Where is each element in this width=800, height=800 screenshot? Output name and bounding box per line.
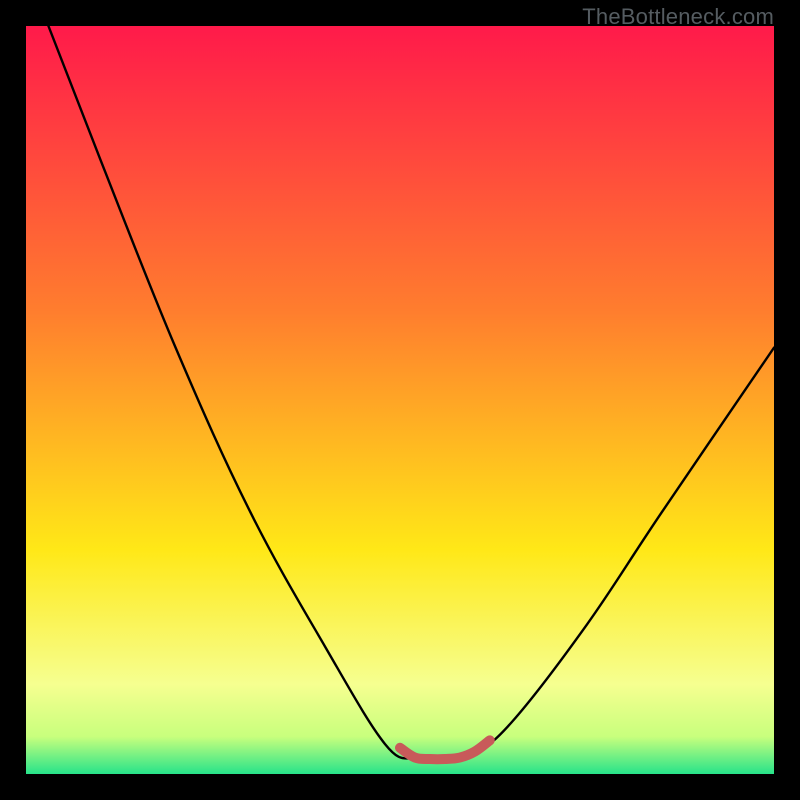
plot-area xyxy=(26,26,774,774)
curve-layer xyxy=(26,26,774,774)
chart-frame: TheBottleneck.com xyxy=(0,0,800,800)
bottleneck-curve xyxy=(48,26,774,761)
overlap-band xyxy=(400,740,490,759)
